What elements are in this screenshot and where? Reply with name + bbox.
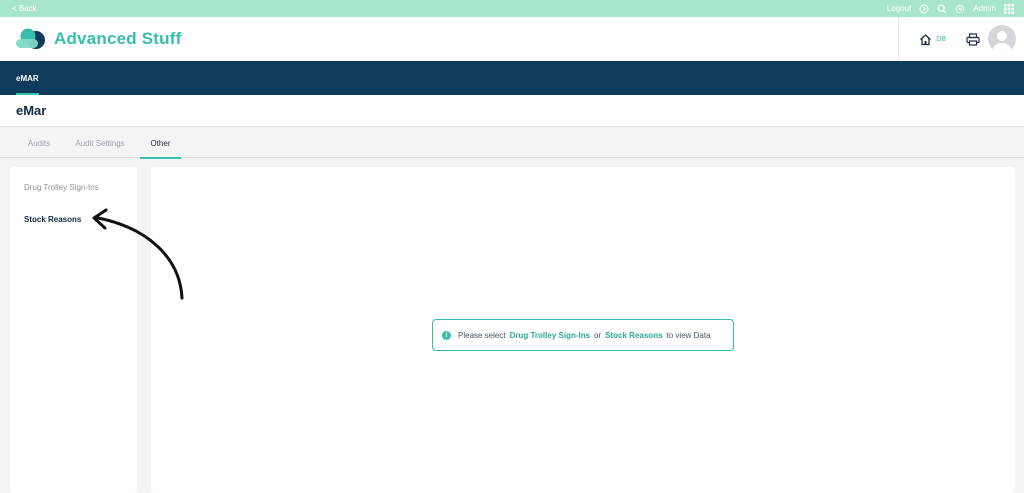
page-title: eMar [16, 103, 47, 118]
tab-audit-settings[interactable]: Audit Settings [66, 128, 134, 158]
user-name[interactable]: Admin [973, 4, 996, 13]
sidebar-item-drug-trolley-sign-ins[interactable]: Drug Trolley Sign-Ins [24, 183, 99, 192]
home-badge: DB [936, 35, 946, 43]
logout-link[interactable]: Logout [887, 4, 911, 13]
notice-text-before: Please select [458, 330, 506, 340]
page-title-bar: eMar [0, 95, 1024, 127]
brand-logo-icon [16, 28, 45, 49]
notice-link-drug-trolley[interactable]: Drug Trolley Sign-Ins [510, 331, 590, 340]
brand[interactable]: Advanced Stuff [16, 28, 181, 50]
notice-text-middle: or [594, 330, 602, 340]
back-link[interactable]: < Back [12, 4, 37, 13]
avatar[interactable] [988, 25, 1016, 53]
top-strip-actions: Logout Admin [887, 3, 1014, 14]
brand-name: Advanced Stuff [54, 29, 182, 48]
apps-grid-icon[interactable] [1004, 3, 1014, 14]
header-divider [898, 17, 900, 61]
nav-item-emar[interactable]: eMAR [16, 61, 39, 95]
main-nav: eMAR [0, 61, 1024, 95]
content-panel: i Please select Drug Trolley Sign-Ins or… [151, 167, 1015, 493]
home-button[interactable]: DB [919, 33, 946, 46]
print-button[interactable] [966, 32, 980, 46]
app-header: Advanced Stuff DB [0, 17, 1024, 61]
header-actions: DB [898, 17, 1024, 61]
top-strip: < Back Logout Admin [0, 0, 1024, 17]
sidebar-item-stock-reasons[interactable]: Stock Reasons [24, 215, 81, 224]
info-icon: i [442, 330, 451, 340]
tab-audits[interactable]: Audits [16, 128, 62, 158]
gear-icon[interactable] [955, 4, 965, 14]
info-notice: i Please select Drug Trolley Sign-Ins or… [432, 319, 734, 351]
printer-icon [966, 32, 980, 46]
search-icon[interactable] [937, 4, 947, 14]
home-icon [920, 33, 932, 45]
sidebar: Drug Trolley Sign-Ins Stock Reasons [10, 167, 137, 493]
logout-icon[interactable] [919, 4, 929, 14]
notice-link-stock-reasons[interactable]: Stock Reasons [605, 331, 662, 340]
tab-bar: Audits Audit Settings Other [0, 128, 1024, 159]
tab-other[interactable]: Other [140, 128, 181, 159]
notice-text-after: to view Data [666, 330, 711, 340]
